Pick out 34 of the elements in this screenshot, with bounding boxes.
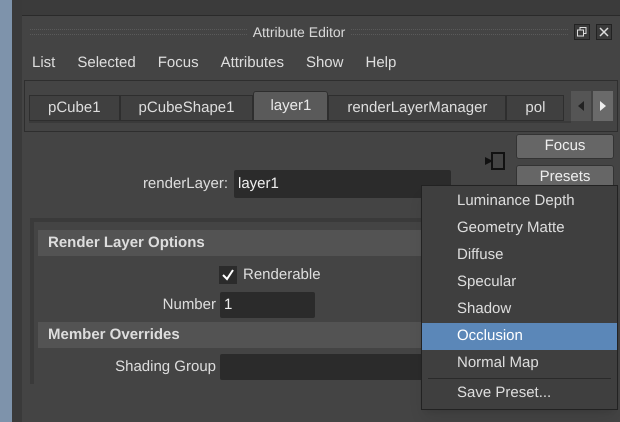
scroll-right-button[interactable] <box>593 91 613 121</box>
action-button[interactable]: Focus <box>516 134 614 159</box>
menu-option[interactable]: Save Preset... <box>422 380 617 407</box>
float-icon <box>577 27 588 37</box>
field-label: Number <box>162 294 217 315</box>
tab[interactable]: pol <box>506 95 564 121</box>
menu-item[interactable]: Selected <box>77 52 136 74</box>
menu-option[interactable]: Occlusion <box>422 323 617 350</box>
menu-item[interactable]: Help <box>365 52 396 74</box>
menu-item[interactable]: Attributes <box>220 52 284 74</box>
tab[interactable]: renderLayerManager <box>328 95 506 121</box>
input-field[interactable]: 1 <box>220 292 315 318</box>
close-icon <box>599 27 610 37</box>
close-button[interactable] <box>596 24 612 40</box>
menu-item[interactable]: Show <box>306 52 344 74</box>
input-field[interactable]: layer1 <box>234 170 451 198</box>
check-icon <box>221 268 235 282</box>
menu-item[interactable]: List <box>32 52 56 74</box>
field-label: renderLayer: <box>142 174 229 194</box>
tab[interactable]: layer1 <box>253 91 328 121</box>
menu-option[interactable]: Normal Map <box>422 350 617 377</box>
field-label: Shading Group <box>114 356 217 377</box>
float-button[interactable] <box>574 24 590 40</box>
menu-option[interactable]: Shadow <box>422 296 617 323</box>
checkbox[interactable] <box>219 266 237 284</box>
input-connection-icon <box>484 152 506 170</box>
tab[interactable]: pCube1 <box>29 95 120 121</box>
window-title: Attribute Editor <box>252 22 346 42</box>
tab[interactable]: pCubeShape1 <box>120 95 254 121</box>
menu-option[interactable]: Specular <box>422 269 617 296</box>
left-arrow-icon <box>577 100 585 112</box>
checkbox-label: Renderable <box>243 264 321 285</box>
menu-item[interactable]: Focus <box>158 52 199 74</box>
right-arrow-icon <box>599 100 607 112</box>
